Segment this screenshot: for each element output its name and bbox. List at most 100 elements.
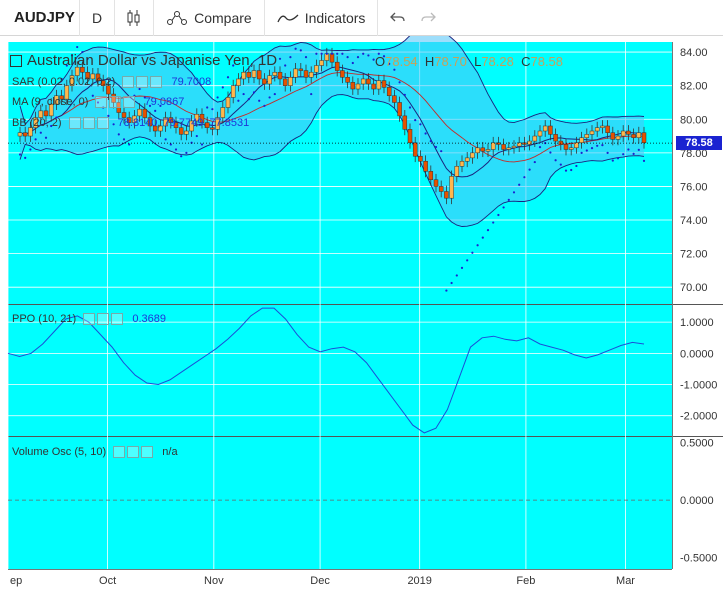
open-value: 78.54 [385, 54, 418, 69]
candle-body [251, 70, 257, 78]
sar-dot [460, 266, 464, 269]
candle-body [345, 77, 350, 83]
price-tick-label: 74.00 [680, 215, 708, 227]
sar-dot [289, 56, 292, 59]
candle-body [418, 155, 423, 162]
sar-dot [362, 52, 365, 55]
redo-icon[interactable] [420, 11, 437, 25]
chart-title: Australian Dollar vs Japanise Yen, 1D [27, 52, 278, 69]
candle-body [631, 134, 636, 138]
candle-body [298, 68, 304, 71]
collapse-legend-icon[interactable] [10, 55, 22, 68]
candle-body [376, 80, 382, 90]
candle-body [137, 108, 142, 117]
candle-body [485, 149, 491, 152]
sar-dot [507, 198, 510, 201]
candle-body [360, 78, 366, 85]
candle-body [230, 85, 236, 98]
sar-dot [445, 289, 448, 292]
ppo-tick-label: 0.0000 [680, 348, 714, 360]
sar-legend[interactable]: SAR (0.02, 0.02, 0.2) 79.7008 [12, 76, 211, 89]
chart-style-button[interactable] [115, 0, 155, 36]
ppo-tick-label: -1.0000 [680, 380, 717, 392]
sar-dot [195, 134, 198, 138]
sar-dot [575, 164, 578, 168]
symbol-search-button[interactable]: AUDJPY [0, 0, 80, 36]
sar-dot [596, 144, 599, 147]
sar-dot [627, 148, 630, 151]
candle-body [282, 78, 288, 86]
ma-legend[interactable]: MA (9, close, 0) 79.0867 [12, 96, 185, 109]
sar-dot [263, 104, 266, 107]
sar-dot [564, 169, 568, 172]
ma-value: 79.0867 [144, 96, 185, 108]
ppo-value: 0.3689 [132, 313, 166, 325]
sar-dot [174, 148, 178, 151]
compare-button[interactable]: Compare [154, 0, 265, 36]
candle-body [600, 125, 605, 128]
candle-body [641, 132, 647, 144]
sar-dot [523, 176, 526, 179]
sar-dot [492, 221, 495, 224]
sar-dot [185, 151, 188, 154]
sar-dot [341, 52, 344, 55]
sar-dot [273, 92, 276, 96]
sar-dot [39, 131, 42, 134]
ppo-legend[interactable]: PPO (10, 21) 0.3689 [12, 313, 166, 326]
candle-body [303, 70, 309, 78]
sar-dot [211, 108, 214, 111]
candle-body [475, 147, 480, 154]
vol-osc-tick-label: 0.5000 [680, 438, 714, 450]
candle-body [43, 110, 49, 117]
sar-dot [476, 244, 479, 247]
candle-body [308, 71, 314, 78]
sar-dot [580, 151, 583, 154]
sar-dot [637, 148, 640, 151]
vol-osc-legend[interactable]: Volume Osc (5, 10) n/a [12, 446, 178, 459]
sar-controls[interactable] [122, 76, 164, 89]
sar-dot [611, 159, 614, 162]
candle-body [636, 132, 642, 138]
ppo-controls[interactable] [83, 313, 125, 326]
candle-body [444, 191, 449, 199]
price-tick-label: 84.00 [680, 47, 708, 59]
sar-dot [455, 274, 458, 277]
ppo-tick-label: 1.0000 [680, 317, 714, 329]
candle-body [490, 142, 496, 150]
sar-dot [117, 133, 120, 136]
price-tick-label: 80.00 [680, 114, 708, 126]
sar-dot [559, 163, 562, 166]
sar-dot [315, 52, 318, 55]
sar-dot [164, 138, 167, 141]
sar-dot [336, 52, 339, 55]
sar-dot [408, 106, 412, 109]
candle-body [506, 147, 512, 150]
chart-area[interactable]: 70.00 72.00 74.00 76.00 78.00 80.00 82.00 84.00… [0, 36, 723, 598]
price-tick-label: 82.00 [680, 81, 708, 93]
sar-dot [200, 143, 204, 146]
sar-dot [590, 147, 594, 150]
candle-body [594, 127, 600, 132]
bb-controls[interactable] [68, 117, 111, 130]
sar-dot [294, 47, 297, 50]
candle-body [568, 147, 574, 150]
vol-osc-tick-label: 0.0000 [680, 495, 714, 507]
vol-osc-controls[interactable] [113, 446, 155, 459]
ma-controls[interactable] [95, 96, 137, 109]
interval-button[interactable]: D [80, 0, 116, 36]
candle-body [532, 135, 538, 142]
bb-legend[interactable]: BB (20, 2) 78.8140, 79.7749, 77.8531 [12, 117, 249, 130]
indicators-button[interactable]: Indicators [265, 0, 379, 36]
price-tick-label: 72.00 [680, 249, 708, 261]
indicators-label: Indicators [304, 9, 366, 26]
candle-body [256, 70, 262, 80]
candle-body [236, 78, 241, 86]
sar-dot [606, 151, 609, 154]
sar-dot [221, 86, 224, 89]
sar-dot [528, 168, 531, 171]
sar-dot [497, 213, 500, 217]
candle-body [615, 135, 621, 140]
undo-icon[interactable] [390, 11, 406, 25]
sar-dot [351, 61, 354, 65]
candle-body [319, 60, 324, 66]
